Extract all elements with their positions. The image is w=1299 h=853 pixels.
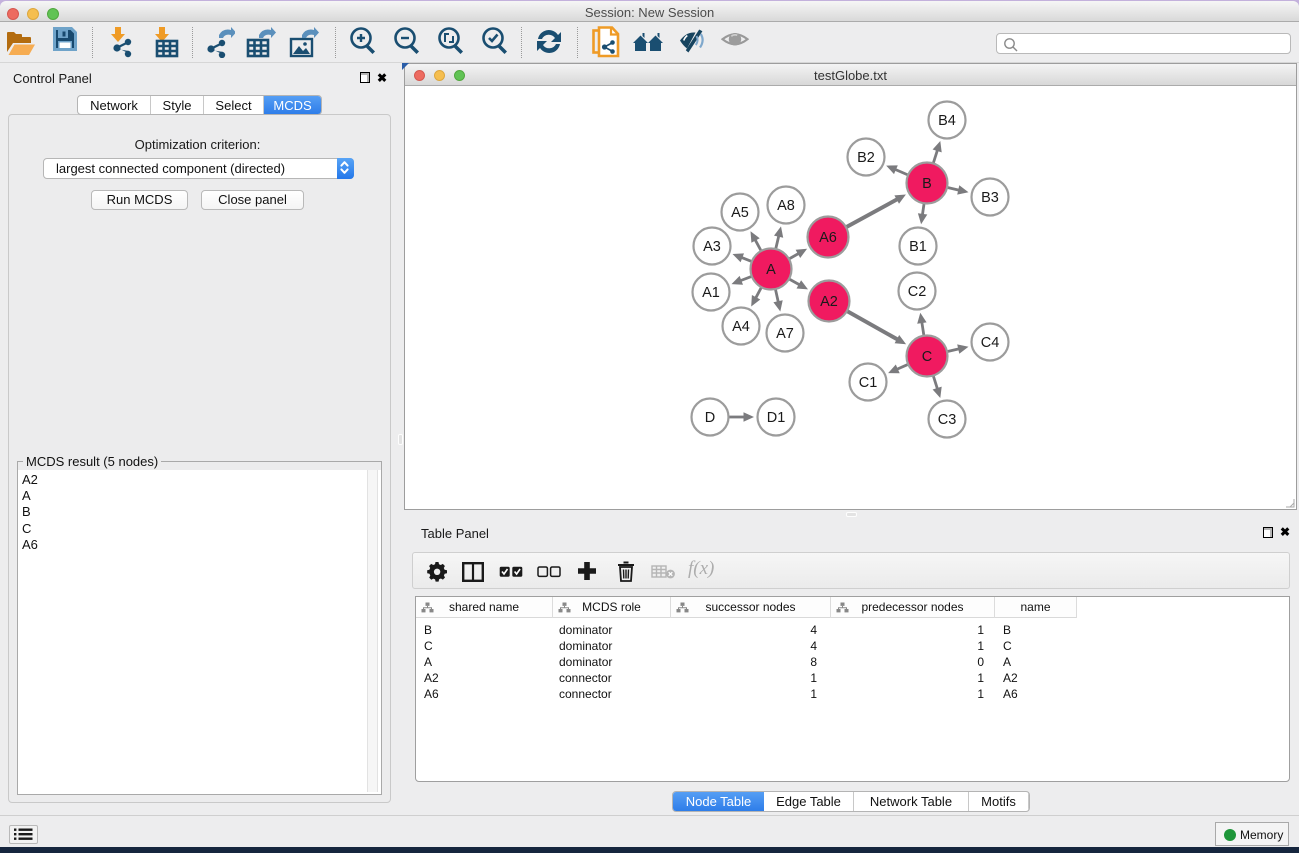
svg-text:A3: A3 bbox=[703, 239, 721, 255]
svg-text:A4: A4 bbox=[732, 319, 750, 335]
svg-text:B1: B1 bbox=[909, 239, 927, 255]
svg-text:C2: C2 bbox=[908, 284, 927, 300]
svg-text:C: C bbox=[922, 349, 932, 365]
svg-text:A7: A7 bbox=[776, 326, 794, 342]
svg-text:A8: A8 bbox=[777, 198, 795, 214]
svg-text:C4: C4 bbox=[981, 335, 1000, 351]
svg-text:A6: A6 bbox=[819, 230, 837, 246]
svg-text:A: A bbox=[766, 262, 776, 278]
svg-text:B3: B3 bbox=[981, 190, 999, 206]
svg-text:B2: B2 bbox=[857, 150, 875, 166]
svg-text:C3: C3 bbox=[938, 412, 957, 428]
svg-text:D1: D1 bbox=[767, 410, 786, 426]
svg-text:D: D bbox=[705, 410, 715, 426]
svg-text:A5: A5 bbox=[731, 205, 749, 221]
svg-text:B: B bbox=[922, 176, 932, 192]
svg-text:A2: A2 bbox=[820, 294, 838, 310]
svg-text:B4: B4 bbox=[938, 113, 956, 129]
svg-text:C1: C1 bbox=[859, 375, 878, 391]
svg-text:A1: A1 bbox=[702, 285, 720, 301]
